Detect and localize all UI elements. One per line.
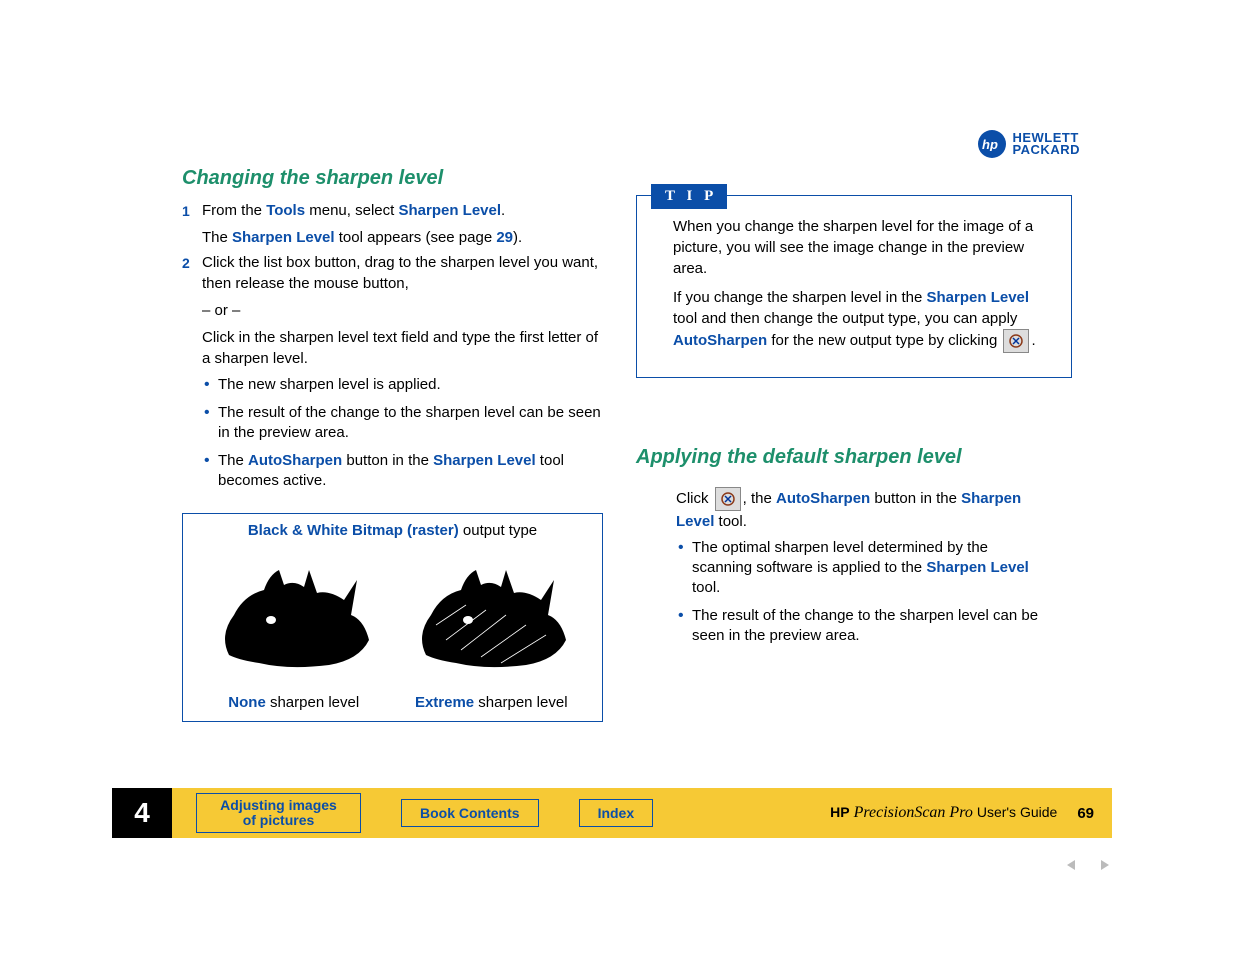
bullet-autosharpen-active: The AutoSharpen button in the Sharpen Le… — [204, 451, 602, 491]
hp-brand-text: HEWLETT PACKARD — [1012, 132, 1080, 156]
rhino-extreme-image — [406, 545, 576, 685]
chapter-title-button[interactable]: Adjusting images of pictures — [196, 793, 361, 833]
compare-label-none: None sharpen level — [204, 694, 384, 711]
tip-label: T I P — [651, 184, 727, 209]
tip-paragraph-2: If you change the sharpen level in the S… — [673, 287, 1053, 353]
tip-box: T I P When you change the sharpen level … — [636, 195, 1072, 378]
heading-apply-default: Applying the default sharpen level — [636, 446, 1041, 469]
autosharpen-icon[interactable] — [715, 487, 741, 511]
index-button[interactable]: Index — [579, 799, 654, 827]
guide-title: HP PrecisionScan Pro User's Guide — [830, 804, 1057, 822]
footer-bar: 4 Adjusting images of pictures Book Cont… — [112, 788, 1112, 838]
prev-page-icon[interactable] — [1063, 858, 1081, 872]
hp-badge-icon: hp — [978, 130, 1006, 158]
bullet-applied: The new sharpen level is applied. — [204, 375, 602, 395]
page-number: 69 — [1077, 805, 1094, 822]
heading-change-sharpen: Changing the sharpen level — [182, 167, 602, 190]
step-1: From the Tools menu, select Sharpen Leve… — [182, 200, 602, 248]
sharpen-compare-box: Black & White Bitmap (raster) output typ… — [182, 513, 603, 722]
tip-paragraph-1: When you change the sharpen level for th… — [673, 216, 1053, 279]
next-page-icon[interactable] — [1095, 858, 1113, 872]
book-contents-button[interactable]: Book Contents — [401, 799, 539, 827]
step-2-alt: Click in the sharpen level text field an… — [182, 327, 602, 369]
or-separator: – or – — [182, 302, 602, 319]
compare-label-extreme: Extreme sharpen level — [401, 694, 581, 711]
step-2: Click the list box button, drag to the s… — [182, 252, 602, 294]
bullet-preview: The result of the change to the sharpen … — [204, 403, 602, 443]
nav-arrows[interactable] — [1063, 858, 1113, 872]
rhino-none-image — [209, 545, 379, 685]
compare-title: Black & White Bitmap (raster) output typ… — [195, 522, 590, 539]
bullet-result: The result of the change to the sharpen … — [678, 606, 1041, 646]
autosharpen-icon[interactable] — [1003, 329, 1029, 353]
chapter-number: 4 — [112, 788, 172, 838]
hp-logo: hp HEWLETT PACKARD — [978, 130, 1080, 158]
bullet-optimal: The optimal sharpen level determined by … — [678, 538, 1041, 598]
apply-default-instruction: Click , the AutoSharpen button in the Sh… — [676, 487, 1041, 532]
svg-text:hp: hp — [982, 137, 998, 151]
